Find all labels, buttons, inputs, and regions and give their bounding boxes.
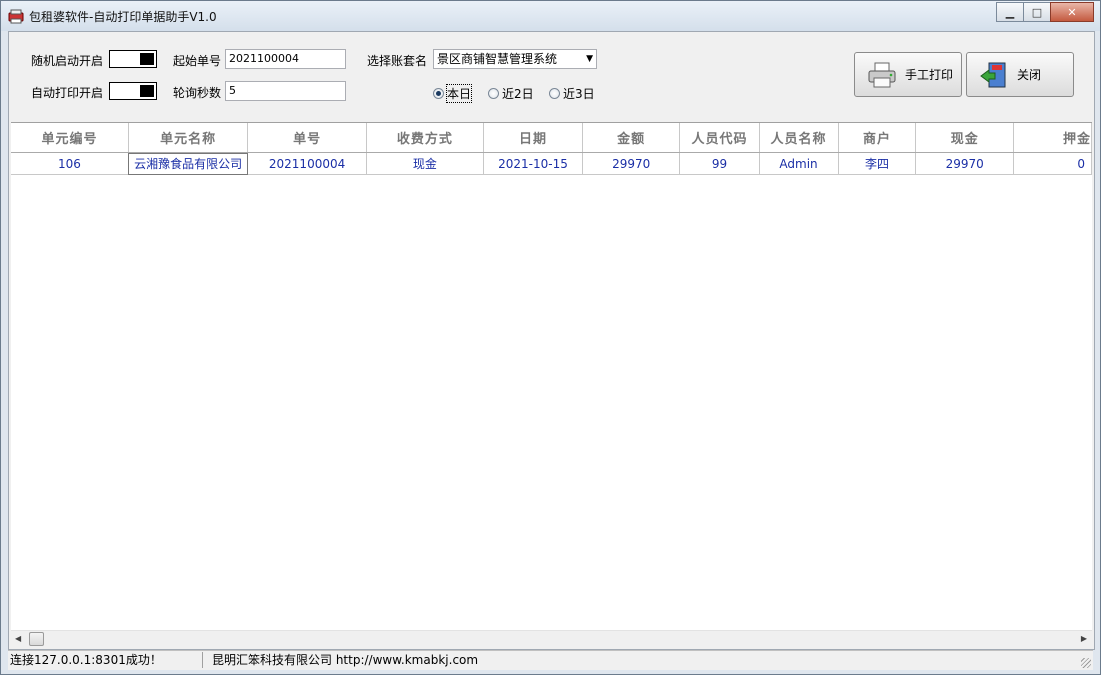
main-panel: 随机启动开启 自动打印开启 起始单号 2021100004 轮询秒数 5 选择账… (8, 31, 1095, 650)
arrow-right-icon[interactable]: ▶ (1081, 634, 1087, 643)
radio-dot (488, 88, 499, 99)
col-unit-name[interactable]: 单元名称 (128, 123, 249, 153)
app-window: 包租婆软件-自动打印单据助手V1.0 ▁ □ ✕ 随机启动开启 自动打印开启 起… (0, 0, 1101, 675)
col-amount[interactable]: 金额 (582, 123, 681, 153)
resize-grip[interactable] (1081, 658, 1091, 668)
radio-label: 近3日 (563, 87, 595, 101)
manual-print-label: 手工打印 (905, 68, 954, 82)
horizontal-scrollbar[interactable]: ◀ ▶ (11, 630, 1092, 648)
cell-amount[interactable]: 29970 (582, 152, 681, 175)
poll-seconds-input[interactable]: 5 (225, 81, 346, 101)
col-staff-code[interactable]: 人员代码 (679, 123, 760, 153)
close-label: 关闭 (1017, 68, 1042, 82)
arrow-left-icon[interactable]: ◀ (15, 634, 21, 643)
account-label: 选择账套名 (367, 54, 428, 68)
cell-cash[interactable]: 29970 (915, 152, 1014, 175)
cell-unit-no[interactable]: 106 (11, 152, 129, 175)
cell-bill-no[interactable]: 2021100004 (247, 152, 367, 175)
close-icon[interactable]: ✕ (1050, 2, 1094, 22)
cell-staff-code[interactable]: 99 (679, 152, 760, 175)
cell-merchant[interactable]: 李四 (838, 152, 917, 175)
radio-label: 近2日 (502, 87, 534, 101)
start-no-input[interactable]: 2021100004 (225, 49, 346, 69)
account-select-value: 景区商铺智慧管理系统 (437, 52, 558, 66)
minimize-icon[interactable]: ▁ (996, 2, 1024, 22)
status-bar: 连接127.0.0.1:8301成功！ 昆明汇笨科技有限公司 http://ww… (8, 650, 1093, 670)
radio-dot (549, 88, 560, 99)
random-start-label: 随机启动开启 (31, 54, 104, 68)
col-merchant[interactable]: 商户 (838, 123, 917, 153)
col-cash[interactable]: 现金 (915, 123, 1014, 153)
cell-deposit[interactable]: 0 (1013, 152, 1092, 175)
toggle-knob (140, 53, 154, 65)
window-title: 包租婆软件-自动打印单据助手V1.0 (29, 10, 217, 24)
status-connection: 连接127.0.0.1:8301成功！ (10, 652, 203, 668)
cell-date[interactable]: 2021-10-15 (483, 152, 583, 175)
window-buttons: ▁ □ ✕ (996, 2, 1094, 22)
col-staff-name[interactable]: 人员名称 (759, 123, 839, 153)
title-bar: 包租婆软件-自动打印单据助手V1.0 ▁ □ ✕ (1, 1, 1100, 31)
app-icon (8, 9, 24, 24)
radio-2days[interactable]: 近2日 (488, 85, 534, 102)
manual-print-button[interactable]: 手工打印 (854, 52, 962, 97)
data-table: 单元编号 单元名称 单号 收费方式 日期 金额 人员代码 人员名称 商户 现金 … (11, 123, 1092, 175)
toggle-knob (140, 85, 154, 97)
col-bill-no[interactable]: 单号 (247, 123, 367, 153)
poll-seconds-label: 轮询秒数 (173, 86, 222, 100)
status-company: 昆明汇笨科技有限公司 http://www.kmabkj.com (212, 653, 479, 667)
random-start-toggle[interactable] (109, 50, 157, 68)
col-pay-method[interactable]: 收费方式 (366, 123, 485, 153)
auto-print-toggle[interactable] (109, 82, 157, 100)
auto-print-label: 自动打印开启 (31, 86, 104, 100)
data-grid[interactable]: 单元编号 单元名称 单号 收费方式 日期 金额 人员代码 人员名称 商户 现金 … (11, 122, 1092, 633)
maximize-icon[interactable]: □ (1023, 2, 1051, 22)
col-date[interactable]: 日期 (483, 123, 583, 153)
cell-staff-name[interactable]: Admin (759, 152, 839, 175)
cell-pay-method[interactable]: 现金 (366, 152, 485, 175)
radio-dot (433, 88, 444, 99)
close-button[interactable]: 关闭 (966, 52, 1074, 97)
col-unit-no[interactable]: 单元编号 (11, 123, 129, 153)
start-no-label: 起始单号 (173, 54, 222, 68)
radio-label: 本日 (445, 84, 473, 103)
col-deposit[interactable]: 押金 (1013, 123, 1092, 153)
chevron-down-icon: ▼ (586, 54, 593, 64)
radio-3days[interactable]: 近3日 (549, 85, 595, 102)
scroll-thumb[interactable] (29, 632, 44, 646)
radio-today[interactable]: 本日 (433, 84, 473, 103)
cell-unit-name[interactable]: 云湘豫食品有限公司 (128, 152, 249, 175)
table-row[interactable]: 106 云湘豫食品有限公司 2021100004 现金 2021-10-15 2… (11, 152, 1092, 175)
account-select[interactable]: 景区商铺智慧管理系统 ▼ (433, 49, 597, 69)
exit-icon (979, 60, 1009, 90)
header-row: 单元编号 单元名称 单号 收费方式 日期 金额 人员代码 人员名称 商户 现金 … (11, 123, 1092, 153)
printer-icon (867, 60, 897, 90)
